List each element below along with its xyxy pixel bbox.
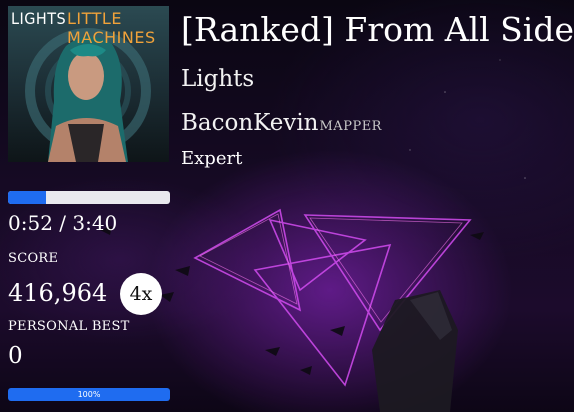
cover-album-text: LITTLE MACHINES bbox=[67, 9, 156, 47]
personal-best-value: 0 bbox=[8, 343, 23, 369]
album-cover: LIGHTS LITTLE MACHINES bbox=[8, 6, 169, 162]
score-label: SCORE bbox=[8, 251, 59, 266]
song-mapper: BaconKevinMAPPER bbox=[181, 110, 382, 136]
song-progress-bar bbox=[8, 191, 170, 204]
mapper-name: BaconKevin bbox=[181, 110, 319, 136]
score-multiplier-badge: 4x bbox=[120, 273, 162, 315]
cover-artist-text: LIGHTS bbox=[11, 9, 67, 28]
mapper-tag: MAPPER bbox=[319, 119, 382, 134]
difficulty-label: Expert bbox=[181, 148, 243, 169]
song-time: 0:52 / 3:40 bbox=[8, 211, 118, 235]
accuracy-text: 100% bbox=[77, 390, 101, 399]
song-progress-fill bbox=[8, 191, 47, 204]
score-value: 416,964 bbox=[8, 279, 108, 307]
accuracy-bar: 100% bbox=[8, 388, 170, 401]
song-title: [Ranked] From All Sides bbox=[181, 10, 574, 49]
personal-best-label: PERSONAL BEST bbox=[8, 319, 130, 334]
song-artist: Lights bbox=[181, 66, 255, 92]
